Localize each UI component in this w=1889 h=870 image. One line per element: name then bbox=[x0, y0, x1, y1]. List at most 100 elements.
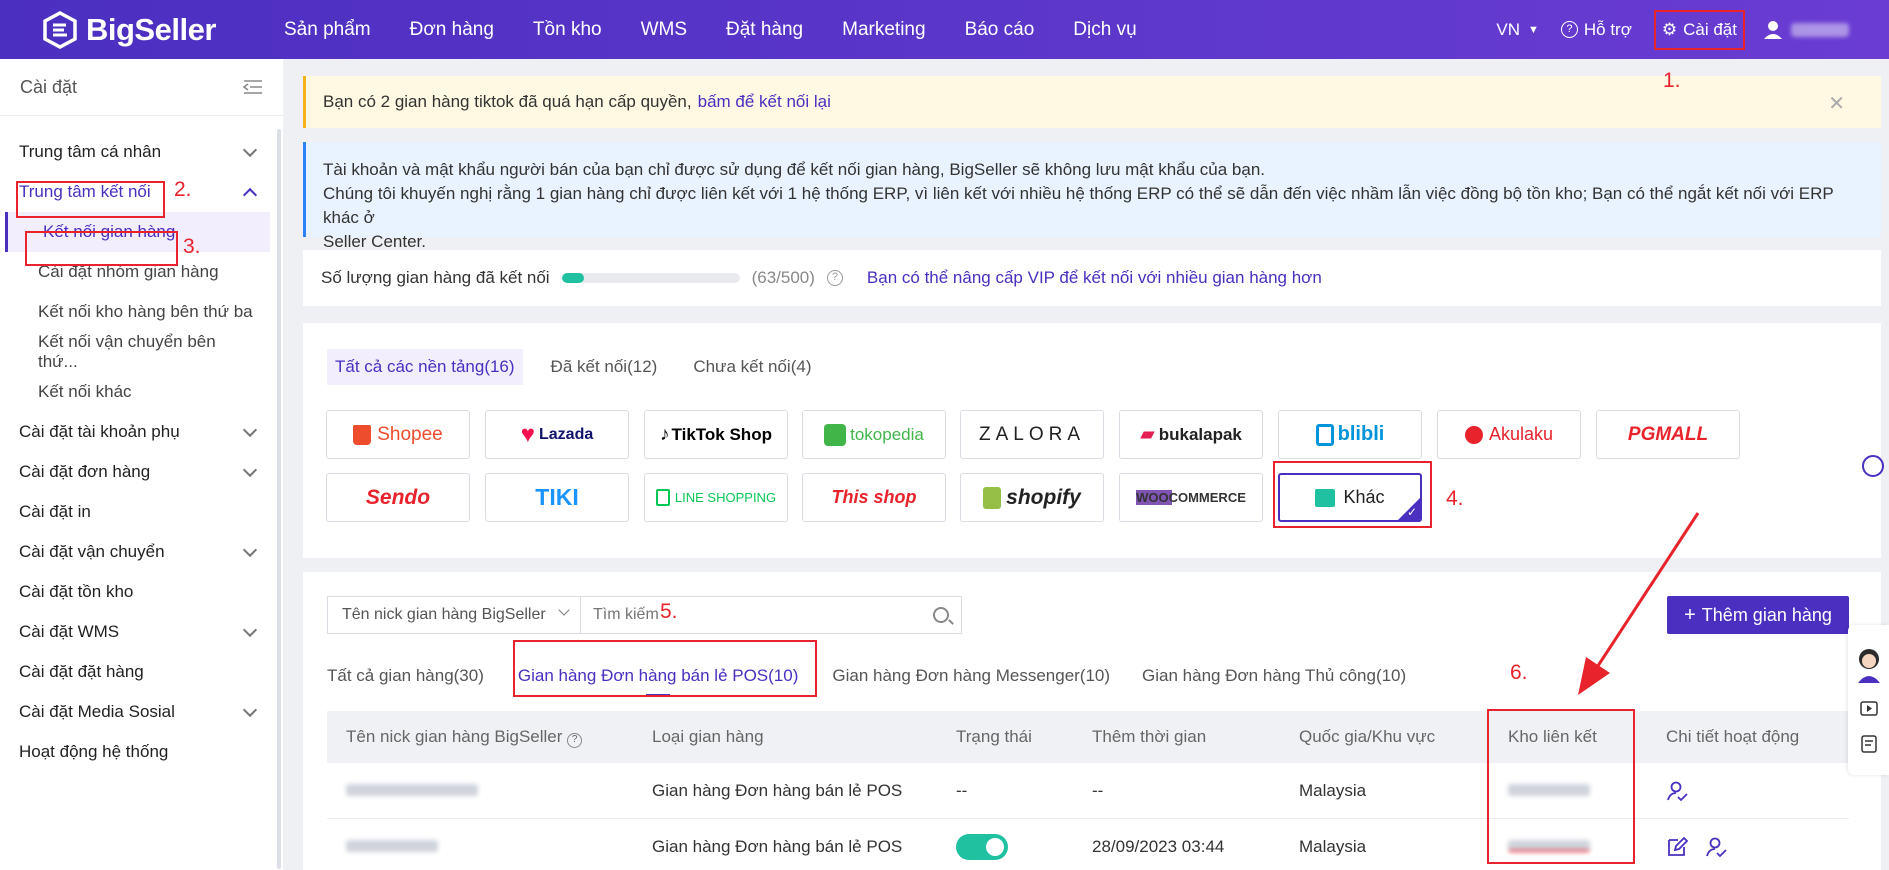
sidebar-item-third-party-warehouse[interactable]: Kết nối kho hàng bên thứ ba bbox=[0, 292, 275, 332]
sidebar-item-purchase-settings[interactable]: Cài đặt đặt hàng bbox=[0, 652, 275, 692]
nav-purchase[interactable]: Đặt hàng bbox=[726, 19, 803, 41]
platform-sendo[interactable]: Sendo bbox=[326, 473, 470, 522]
nav-marketing[interactable]: Marketing bbox=[842, 19, 925, 41]
col-linked-warehouse: Kho liên kết bbox=[1508, 727, 1597, 746]
table-header: Tên nick gian hàng BigSeller ? Loại gian… bbox=[327, 711, 1849, 763]
reconnect-link[interactable]: bấm để kết nối lại bbox=[698, 92, 831, 112]
support-link[interactable]: ? Hỗ trợ bbox=[1560, 20, 1632, 40]
store-status: -- bbox=[956, 780, 968, 800]
platform-pgmall[interactable]: PGMALL bbox=[1596, 410, 1740, 459]
platform-lazada[interactable]: ♥ Lazada bbox=[485, 410, 629, 459]
search-input[interactable] bbox=[581, 597, 961, 633]
sidebar-item-store-connection[interactable]: Kết nối gian hàng bbox=[5, 212, 270, 252]
platform-label: Lazada bbox=[539, 425, 594, 443]
sidebar-item-social-media[interactable]: Cài đặt Media Sosial bbox=[0, 692, 275, 732]
support-agent-icon[interactable] bbox=[1852, 645, 1886, 685]
platform-shopify[interactable]: shopify bbox=[960, 473, 1104, 522]
store-table: Tên nick gian hàng BigSeller ? Loại gian… bbox=[327, 711, 1849, 870]
user-check-icon[interactable] bbox=[1666, 780, 1688, 802]
settings-sidebar: Cài đặt Trung tâm cá nhân Trung tâm kết … bbox=[0, 59, 283, 870]
status-toggle[interactable] bbox=[956, 833, 1008, 860]
settings-link[interactable]: ⚙ Cài đặt bbox=[1653, 9, 1745, 50]
nav-services[interactable]: Dịch vụ bbox=[1073, 19, 1136, 41]
top-navbar: BigSeller Sản phẩm Đơn hàng Tồn kho WMS … bbox=[0, 0, 1889, 59]
floating-toolbar bbox=[1848, 625, 1889, 775]
search-field-label: Tên nick gian hàng BigSeller bbox=[342, 606, 546, 623]
help-circle-icon[interactable]: ? bbox=[826, 270, 843, 286]
platform-bukalapak[interactable]: ▰ bukalapak bbox=[1119, 410, 1263, 459]
sidebar-item-third-party-shipping[interactable]: Kết nối vận chuyển bên thứ... bbox=[0, 332, 275, 372]
sidebar-item-label: Cài đặt tồn kho bbox=[19, 582, 134, 601]
platform-tiki[interactable]: TIKI bbox=[485, 473, 629, 522]
tab-connected[interactable]: Đã kết nối(12) bbox=[543, 349, 666, 385]
nav-wms[interactable]: WMS bbox=[641, 19, 687, 41]
platform-label: Shopee bbox=[377, 423, 443, 445]
tab-pos-stores[interactable]: Gian hàng Đơn hàng bán lẻ POS(10) bbox=[506, 656, 811, 696]
platform-thisshop[interactable]: This shop bbox=[802, 473, 946, 522]
upgrade-vip-link[interactable]: Bạn có thể nâng cấp VIP để kết nối với n… bbox=[867, 268, 1322, 288]
sidebar-item-sub-accounts[interactable]: Cài đặt tài khoản phụ bbox=[0, 412, 275, 452]
sidebar-item-inventory-settings[interactable]: Cài đặt tồn kho bbox=[0, 572, 275, 612]
annotation-label-1: 1. bbox=[1663, 69, 1681, 92]
sidebar-item-label: Cài đặt nhóm gian hàng bbox=[38, 262, 219, 281]
user-check-icon[interactable] bbox=[1705, 836, 1727, 858]
sidebar-scrollbar[interactable] bbox=[277, 129, 281, 869]
chevron-down-icon bbox=[242, 542, 258, 557]
close-icon[interactable]: ✕ bbox=[1828, 91, 1845, 116]
user-menu[interactable] bbox=[1763, 20, 1849, 40]
play-message-icon[interactable] bbox=[1860, 701, 1878, 719]
warehouse-blurred[interactable] bbox=[1506, 837, 1666, 857]
tokopedia-owl-icon bbox=[824, 423, 847, 446]
platform-zalora[interactable]: ZALORA bbox=[960, 410, 1104, 459]
sidebar-item-label: Trung tâm cá nhân bbox=[19, 142, 162, 161]
tab-all-platforms[interactable]: Tất cả các nền tảng(16) bbox=[327, 349, 523, 385]
platform-tiktok-shop[interactable]: ♪ TikTok Shop bbox=[644, 410, 788, 459]
store-status-toggle[interactable] bbox=[956, 833, 1092, 860]
region-label: VN bbox=[1496, 19, 1520, 39]
collapse-menu-icon[interactable] bbox=[243, 79, 263, 95]
platform-shopee[interactable]: Shopee bbox=[326, 410, 470, 459]
store-type: Gian hàng Đơn hàng bán lẻ POS bbox=[652, 836, 903, 856]
chevron-up-icon bbox=[242, 187, 258, 202]
sidebar-item-connection-center[interactable]: Trung tâm kết nối bbox=[0, 172, 275, 212]
sidebar-item-system-activity[interactable]: Hoạt động hệ thống bbox=[0, 732, 275, 772]
tab-manual-stores[interactable]: Gian hàng Đơn hàng Thủ công(10) bbox=[1130, 656, 1418, 696]
platform-line-shopping[interactable]: LINE SHOPPING bbox=[644, 473, 788, 522]
nav-orders[interactable]: Đơn hàng bbox=[410, 19, 494, 41]
search-icon[interactable] bbox=[1862, 455, 1884, 477]
sidebar-item-personal-center[interactable]: Trung tâm cá nhân bbox=[0, 132, 275, 172]
sidebar-item-other-connection[interactable]: Kết nối khác bbox=[0, 372, 275, 412]
platform-tokopedia[interactable]: tokopedia bbox=[802, 410, 946, 459]
platform-woocommerce[interactable]: WOOCOMMERCE bbox=[1119, 473, 1263, 522]
sidebar-item-print-settings[interactable]: Cài đặt in bbox=[0, 492, 275, 532]
col-status: Trạng thái bbox=[956, 727, 1032, 746]
notes-icon[interactable] bbox=[1860, 735, 1878, 753]
sidebar-item-shipping-settings[interactable]: Cài đặt vận chuyển bbox=[0, 532, 275, 572]
edit-icon[interactable] bbox=[1666, 836, 1688, 858]
logo[interactable]: BigSeller bbox=[42, 10, 252, 49]
platform-other[interactable]: Khác ✓ bbox=[1278, 473, 1422, 522]
tab-messenger-stores[interactable]: Gian hàng Đơn hàng Messenger(10) bbox=[820, 656, 1122, 696]
sidebar-item-order-settings[interactable]: Cài đặt đơn hàng bbox=[0, 452, 275, 492]
search-icon[interactable] bbox=[933, 607, 949, 623]
sidebar-item-label: Cài đặt Media Sosial bbox=[19, 702, 175, 721]
platform-akulaku[interactable]: Akulaku bbox=[1437, 410, 1581, 459]
sidebar-item-store-group[interactable]: Cài đặt nhóm gian hàng bbox=[0, 252, 275, 292]
blibli-bag-icon bbox=[1315, 423, 1334, 446]
tab-not-connected[interactable]: Chưa kết nối(4) bbox=[685, 349, 819, 385]
platform-blibli[interactable]: blibli bbox=[1278, 410, 1422, 459]
help-circle-icon[interactable]: ? bbox=[567, 732, 583, 748]
sidebar-item-wms-settings[interactable]: Cài đặt WMS bbox=[0, 612, 275, 652]
nav-inventory[interactable]: Tồn kho bbox=[533, 19, 602, 41]
table-row: Gian hàng Đơn hàng bán lẻ POS 28/09/2023… bbox=[327, 819, 1849, 870]
tab-all-stores[interactable]: Tất cả gian hàng(30) bbox=[327, 656, 496, 696]
nav-reports[interactable]: Báo cáo bbox=[965, 19, 1035, 41]
quota-count: (63/500) bbox=[751, 268, 815, 287]
warehouse-blurred bbox=[1506, 781, 1666, 801]
nav-products[interactable]: Sản phẩm bbox=[284, 19, 371, 41]
store-added-time: -- bbox=[1092, 780, 1104, 800]
search-field-select[interactable]: Tên nick gian hàng BigSeller bbox=[328, 597, 581, 633]
region-select[interactable]: VN ▼ bbox=[1496, 20, 1539, 40]
username-blurred bbox=[1791, 22, 1849, 37]
sidebar-item-label: Cài đặt vận chuyển bbox=[19, 542, 165, 561]
